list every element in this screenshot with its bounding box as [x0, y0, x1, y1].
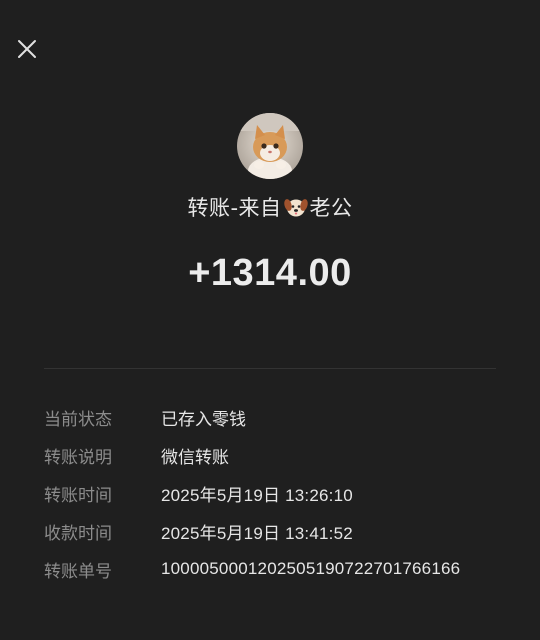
detail-row-transaction-id: 转账单号 1000050001202505190722701766166	[44, 550, 514, 588]
detail-row-status: 当前状态 已存入零钱	[44, 398, 514, 436]
detail-label: 当前状态	[44, 409, 112, 430]
detail-label: 转账说明	[44, 447, 112, 468]
cat-avatar	[237, 113, 303, 179]
transfer-detail-page: 转账-来自 老公 +1314.00 当前状态 已存入零钱 转账说明 微信转账 转	[0, 0, 540, 640]
transfer-title: 转账-来自 老公	[0, 192, 540, 222]
transaction-id-value[interactable]: 1000050001202505190722701766166	[161, 559, 460, 579]
title-suffix: 老公	[309, 196, 353, 220]
detail-row-transfer-time: 转账时间 2025年5月19日 13:26:10	[44, 474, 514, 512]
transfer-amount: +1314.00	[188, 252, 352, 294]
close-icon	[18, 40, 36, 58]
detail-label: 转账时间	[44, 485, 112, 506]
detail-value: 2025年5月19日 13:26:10	[161, 485, 353, 505]
detail-row-note: 转账说明 微信转账	[44, 436, 514, 474]
sender-avatar[interactable]	[237, 113, 303, 179]
divider	[44, 368, 496, 369]
detail-label: 收款时间	[44, 523, 112, 544]
detail-value: 已存入零钱	[161, 409, 246, 430]
detail-value: 微信转账	[161, 447, 229, 468]
close-button[interactable]	[12, 34, 42, 64]
detail-row-receive-time: 收款时间 2025年5月19日 13:41:52	[44, 512, 514, 550]
detail-value: 2025年5月19日 13:41:52	[161, 523, 353, 543]
dog-face-icon	[283, 196, 308, 218]
detail-label: 转账单号	[44, 561, 112, 582]
transfer-details: 当前状态 已存入零钱 转账说明 微信转账 转账时间 2025年5月19日 13:…	[44, 398, 514, 588]
title-prefix: 转账-来自	[187, 196, 282, 220]
